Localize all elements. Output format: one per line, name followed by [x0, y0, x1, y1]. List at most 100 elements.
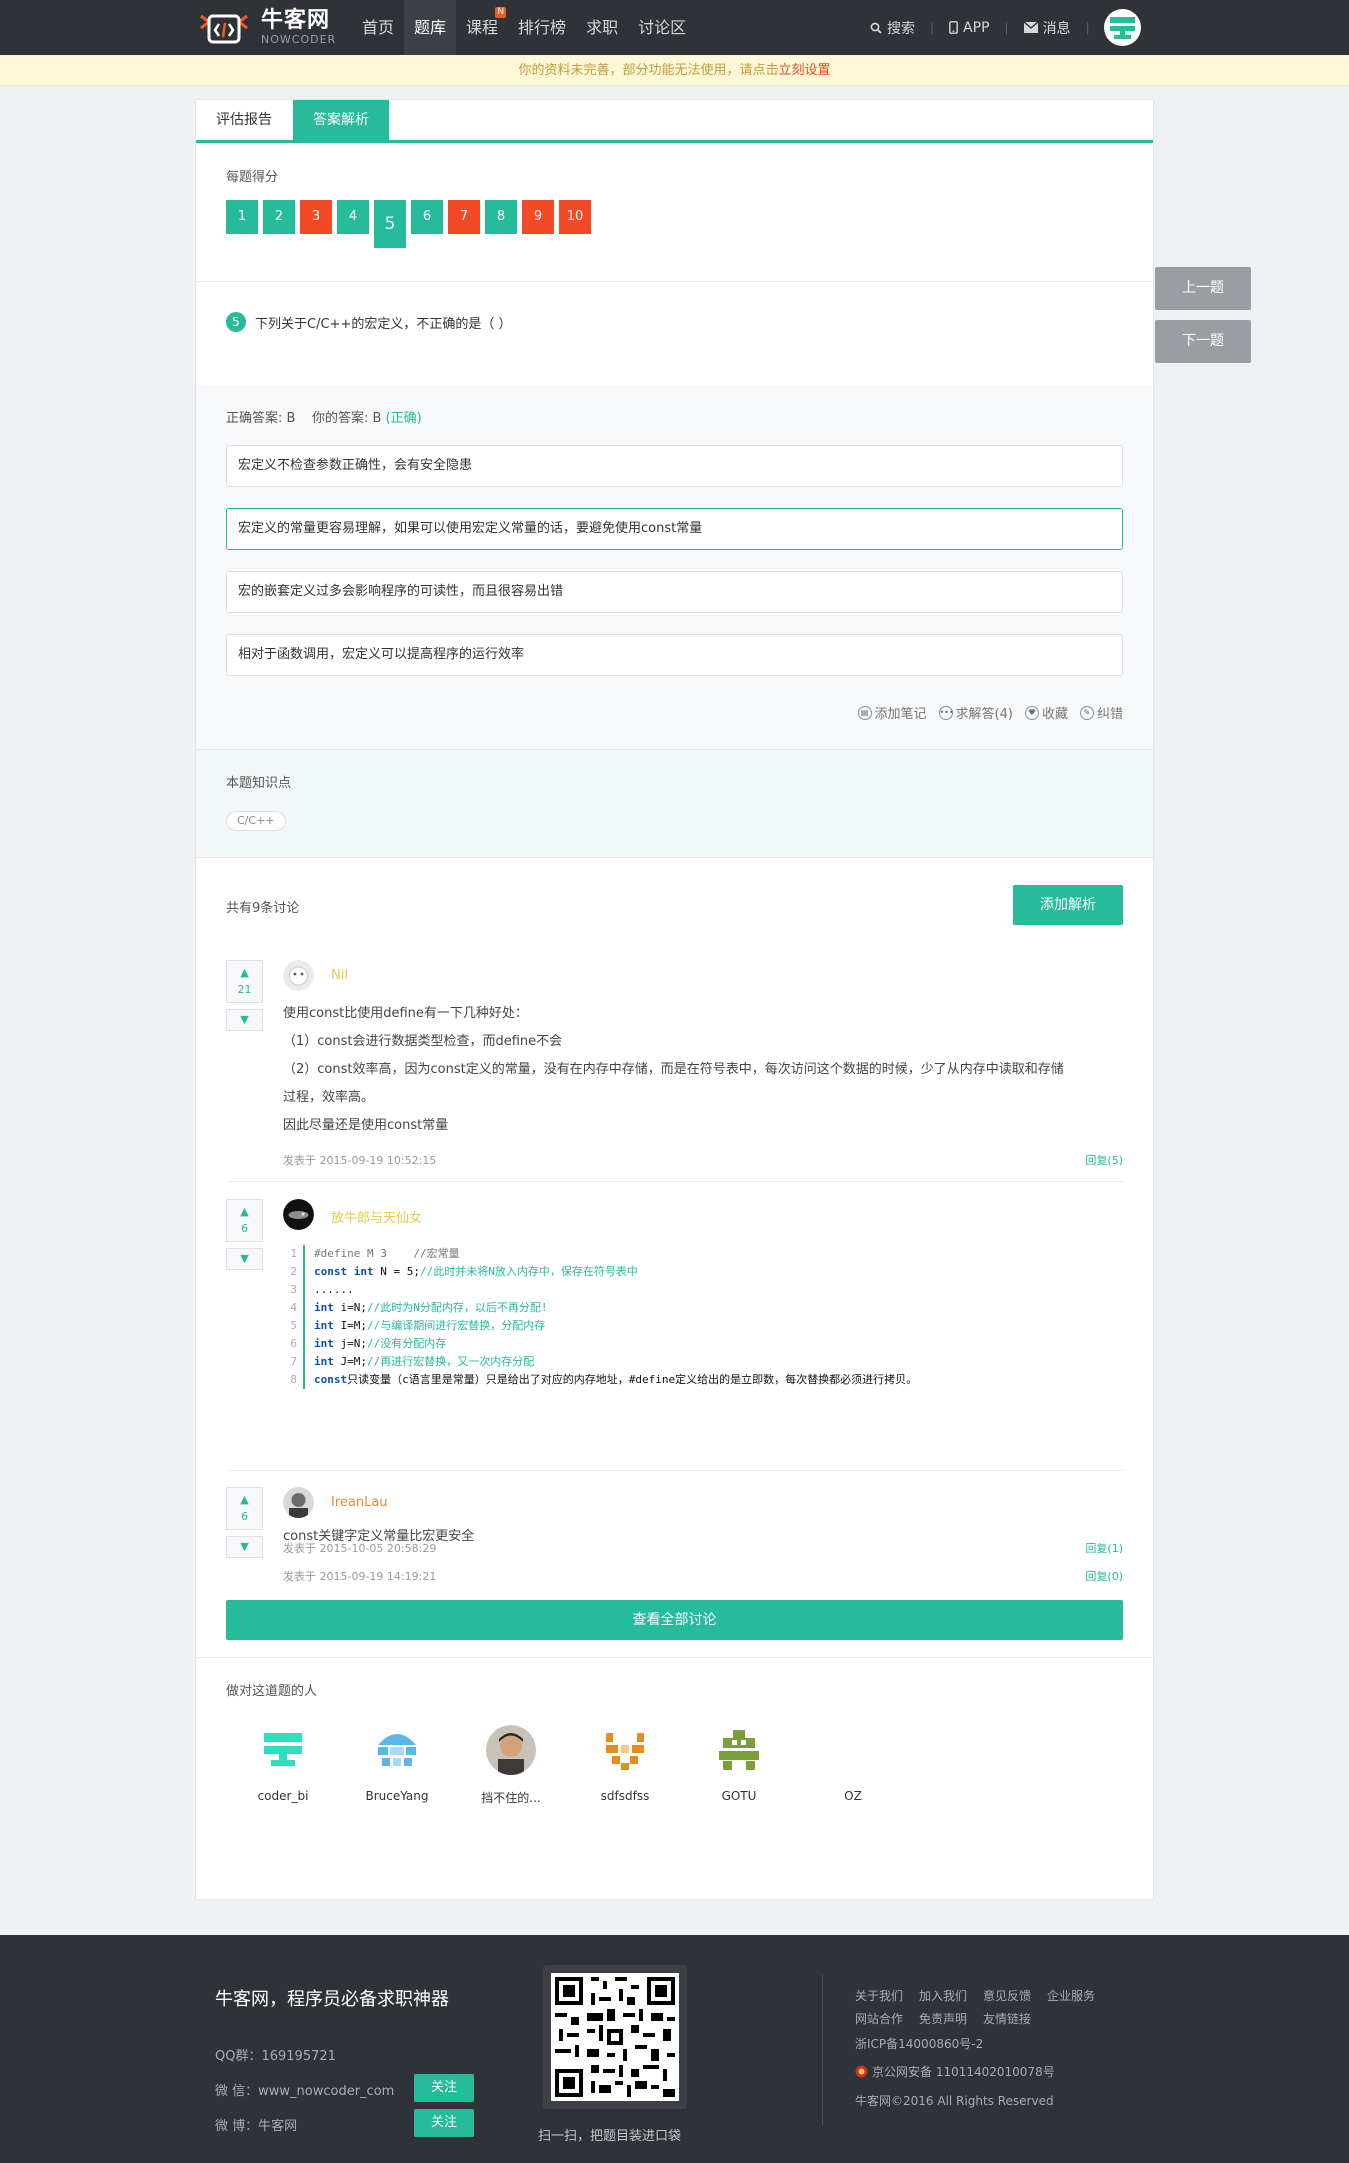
footer-link-about[interactable]: 关于我们 — [855, 1987, 903, 2004]
footer-link-friends[interactable]: 友情链接 — [983, 2010, 1031, 2027]
tab-answer-analysis[interactable]: 答案解析 — [293, 100, 389, 140]
arrow-up-icon: ▲ — [240, 966, 249, 979]
comment-line: （1）const会进行数据类型检查，而define不会 — [283, 1034, 563, 1049]
footer-divider — [822, 1975, 823, 2125]
avatar — [372, 1725, 422, 1775]
solver-item[interactable]: BruceYang — [340, 1725, 454, 1806]
comment-line: （2）const效率高，因为const定义的常量，没有在内存中存储，而是在符号表… — [283, 1062, 1064, 1077]
footer-link-partner[interactable]: 网站合作 — [855, 2010, 903, 2027]
nav-jobs[interactable]: 求职 — [576, 0, 628, 55]
arrow-down-icon: ▼ — [240, 1252, 249, 1265]
footer-police[interactable]: 京公网安备 11011402010078号 — [855, 2063, 1055, 2080]
report-error-button[interactable]: ✎ 纠错 — [1079, 703, 1123, 722]
arrow-up-icon: ▲ — [240, 1205, 249, 1218]
tab-evaluation-report[interactable]: 评估报告 — [196, 100, 292, 140]
nav-home[interactable]: 首页 — [352, 0, 404, 55]
footer-link-enterprise[interactable]: 企业服务 — [1047, 1987, 1095, 2004]
code-line: int i=N;//此时为N分配内存，以后不再分配! — [303, 1299, 548, 1317]
nav-courses[interactable]: 课程 N — [456, 0, 508, 55]
footer-link-disclaimer[interactable]: 免责声明 — [919, 2010, 967, 2027]
messages-link[interactable]: 消息 — [1023, 18, 1071, 38]
solver-item[interactable]: OZ — [796, 1725, 910, 1806]
messages-label: 消息 — [1042, 20, 1071, 37]
solver-name: 挡不住的... — [481, 1791, 541, 1805]
search-link[interactable]: 搜索 — [870, 18, 915, 38]
upvote-button[interactable]: ▲ 6 — [226, 1487, 263, 1530]
solver-name: OZ — [844, 1789, 862, 1803]
add-analysis-button[interactable]: 添加解析 — [1013, 885, 1123, 925]
score-box-10[interactable]: 10 — [559, 200, 591, 234]
solvers-label: 做对这道题的人 — [226, 1684, 318, 1699]
footer-police-text: 京公网安备 11011402010078号 — [872, 2065, 1055, 2079]
view-all-discussions-button[interactable]: 查看全部讨论 — [226, 1600, 1123, 1640]
solver-item[interactable]: sdfsdfss — [568, 1725, 682, 1806]
solver-item[interactable]: 挡不住的... — [454, 1725, 568, 1806]
comment-username[interactable]: IreanLau — [331, 1495, 388, 1510]
avatar — [600, 1725, 650, 1775]
reply-link[interactable]: 回复(5) — [1085, 1152, 1123, 1168]
vote-widget: ▲ 6 ▼ — [226, 1199, 263, 1270]
add-note-button[interactable]: ▤ 添加笔记 — [857, 703, 927, 722]
avatar[interactable] — [283, 1199, 314, 1230]
discussion-count: 共有9条讨论 — [226, 901, 300, 916]
user-avatar[interactable] — [1104, 9, 1141, 46]
avatar — [714, 1725, 764, 1775]
answer-section: 正确答案: B 你的答案: B (正确) 宏定义不检查参数正确性，会有安全隐患 … — [196, 385, 1153, 749]
score-box-1[interactable]: 1 — [226, 200, 258, 234]
solver-item[interactable]: coder_bi — [226, 1725, 340, 1806]
avatar[interactable] — [283, 960, 314, 991]
footer-link-feedback[interactable]: 意见反馈 — [983, 1987, 1031, 2004]
add-note-label: 添加笔记 — [874, 707, 927, 722]
footer-link-join[interactable]: 加入我们 — [919, 1987, 967, 2004]
downvote-button[interactable]: ▼ — [226, 1009, 263, 1031]
favorite-button[interactable]: ♥ 收藏 — [1024, 703, 1068, 722]
upvote-button[interactable]: ▲ 6 — [226, 1199, 263, 1242]
option-a: 宏定义不检查参数正确性，会有安全隐患 — [226, 445, 1123, 487]
follow-weibo-button[interactable]: 关注 — [414, 2109, 474, 2137]
comment-username[interactable]: 放牛郎与天仙女 — [331, 1207, 422, 1226]
profile-notice: 你的资料未完善，部分功能无法使用，请点击立刻设置 — [0, 55, 1349, 86]
score-box-6[interactable]: 6 — [411, 200, 443, 234]
police-badge-icon — [855, 2065, 868, 2078]
score-box-9[interactable]: 9 — [522, 200, 554, 234]
question-number: 5 — [226, 312, 246, 332]
notice-text: 你的资料未完善，部分功能无法使用，请点击 — [518, 63, 779, 78]
app-link[interactable]: APP — [949, 19, 990, 36]
ask-answer-button[interactable]: ••• 求解答(4) — [938, 703, 1013, 722]
score-box-4[interactable]: 4 — [337, 200, 369, 234]
next-question-button[interactable]: 下一题 — [1155, 320, 1251, 363]
downvote-button[interactable]: ▼ — [226, 1248, 263, 1270]
score-box-3[interactable]: 3 — [300, 200, 332, 234]
correct-answer: 正确答案: B — [226, 411, 296, 426]
logo-subtitle: NOWCODER — [261, 33, 337, 46]
score-box-2[interactable]: 2 — [263, 200, 295, 234]
score-box-7[interactable]: 7 — [448, 200, 480, 234]
comment-item: ▲ 21 ▼ Nil 使用const比使用define有一下几种好处： （1）co… — [226, 960, 1123, 1167]
comment-username[interactable]: Nil — [331, 968, 348, 983]
footer-icp[interactable]: 浙ICP备14000860号-2 — [855, 2035, 983, 2052]
avatar[interactable] — [283, 1487, 314, 1518]
upvote-button[interactable]: ▲ 21 — [226, 960, 263, 1003]
phone-icon — [949, 21, 958, 34]
knowledge-section: 本题知识点 C/C++ — [196, 749, 1153, 858]
nav-question-bank[interactable]: 题库 — [404, 0, 457, 55]
chat-icon: ••• — [938, 705, 954, 720]
app-label: APP — [963, 19, 990, 36]
downvote-button[interactable]: ▼ — [226, 1536, 263, 1558]
score-box-8[interactable]: 8 — [485, 200, 517, 234]
notice-settings-link[interactable]: 立刻设置 — [779, 63, 831, 78]
follow-wechat-button[interactable]: 关注 — [414, 2074, 474, 2102]
nav-forum[interactable]: 讨论区 — [628, 0, 696, 55]
note-icon: ▤ — [857, 705, 872, 720]
logo-title: 牛客网 — [261, 8, 331, 33]
knowledge-tag[interactable]: C/C++ — [226, 811, 286, 831]
prev-question-button[interactable]: 上一题 — [1155, 267, 1251, 310]
code-line: #define M 3 //宏常量 — [303, 1245, 460, 1263]
envelope-icon — [1023, 22, 1038, 33]
solver-item[interactable]: GOTU — [682, 1725, 796, 1806]
reply-link[interactable]: 回复(0) — [1085, 1568, 1123, 1584]
nav-ranking[interactable]: 排行榜 — [508, 0, 576, 55]
site-logo[interactable]: 牛客网 NOWCODER — [195, 6, 336, 50]
new-badge: N — [495, 7, 507, 18]
score-box-5-current[interactable]: 5 — [374, 200, 406, 248]
